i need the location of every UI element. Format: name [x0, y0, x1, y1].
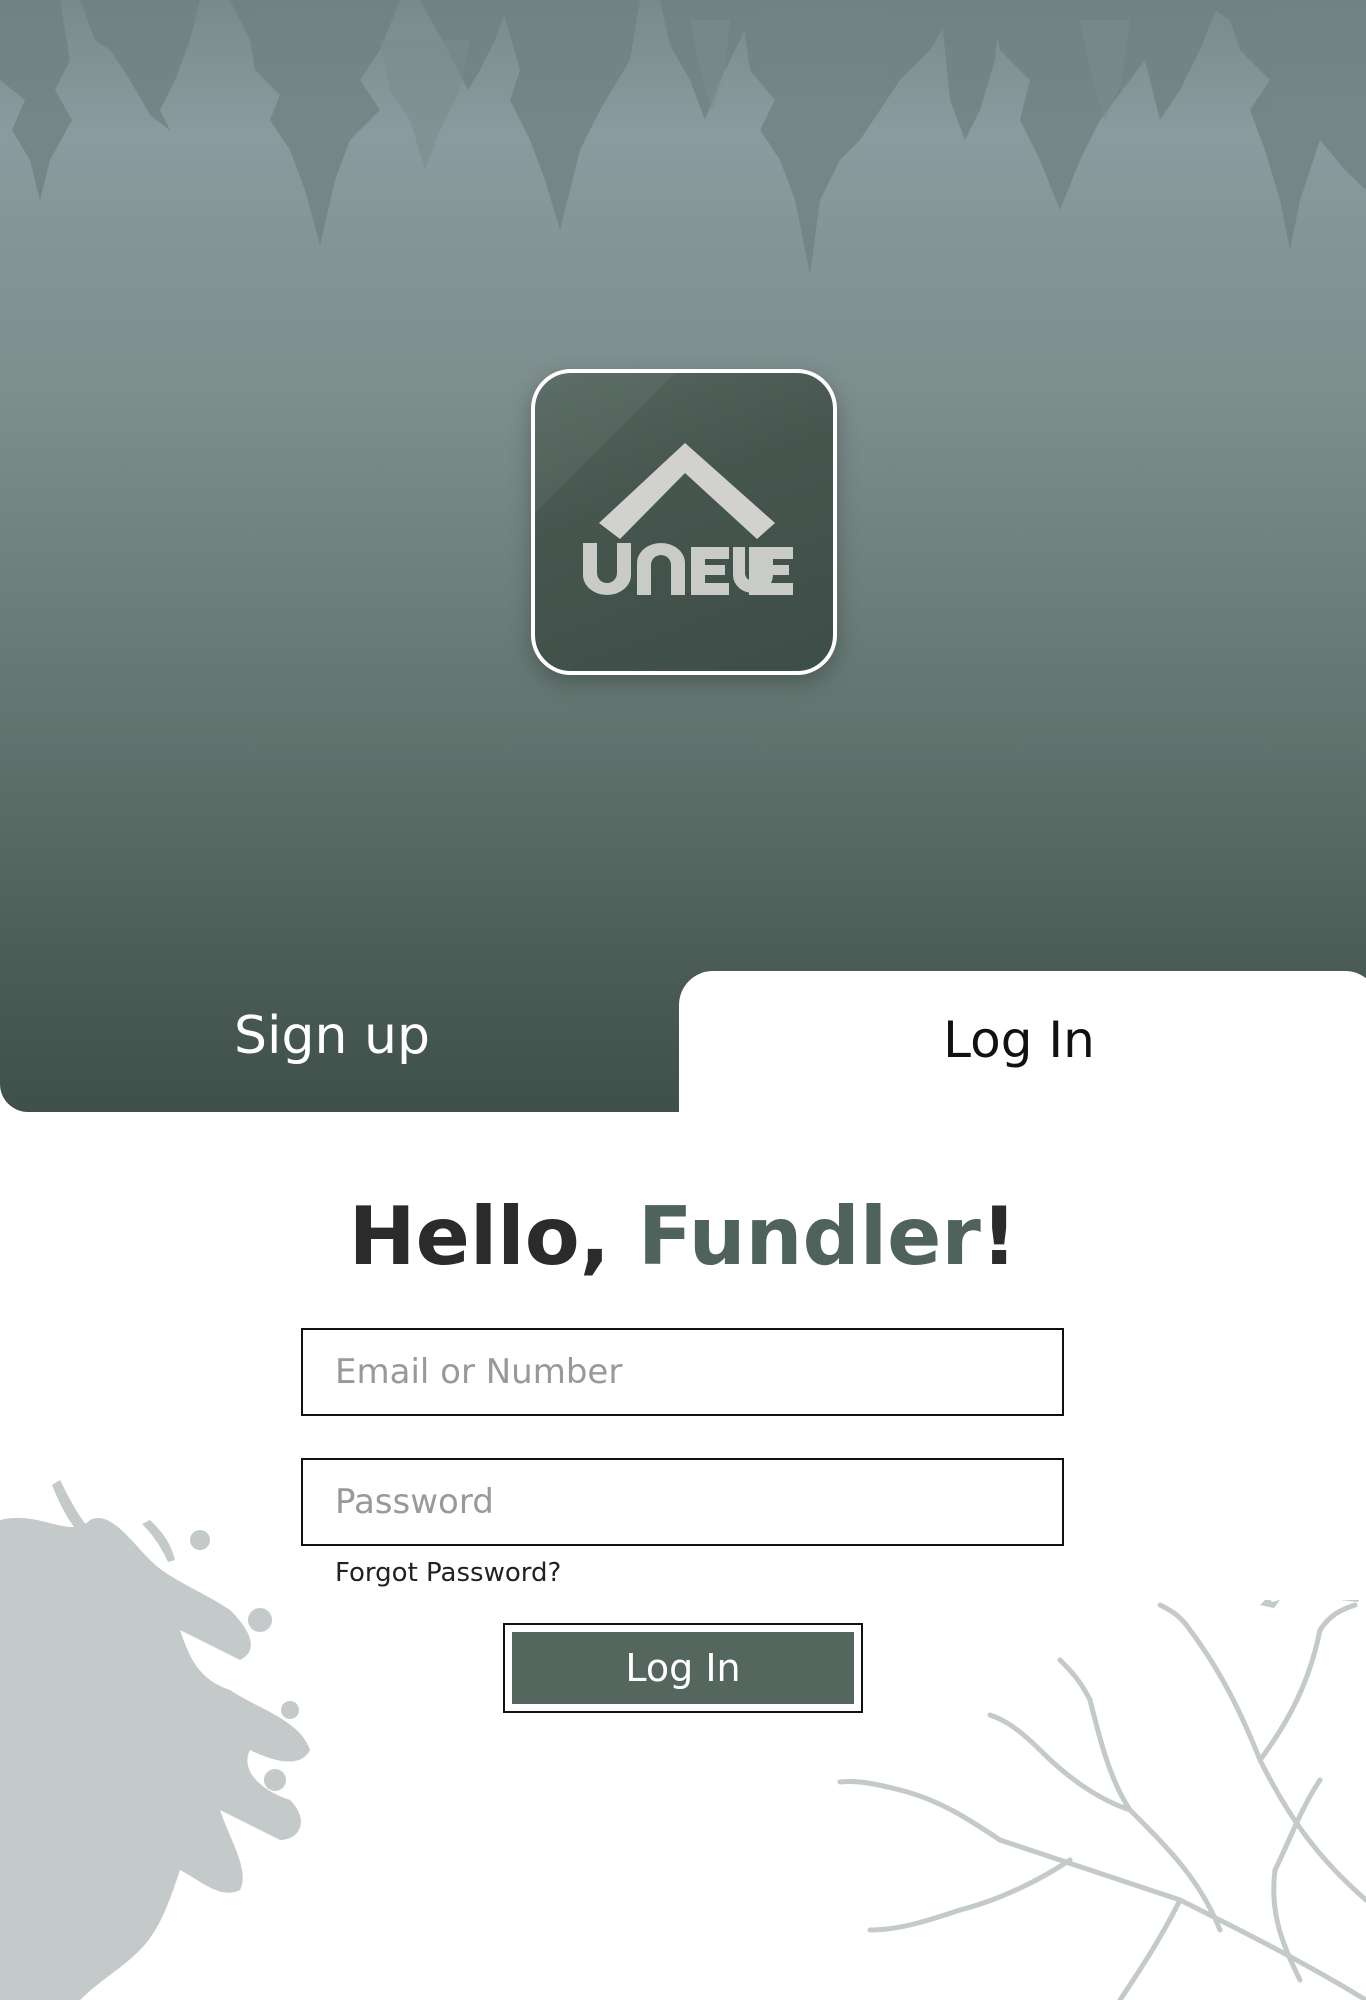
password-input[interactable] — [301, 1458, 1064, 1546]
tab-signup[interactable]: Sign up — [0, 971, 680, 1112]
tree-branches-left-icon — [0, 1480, 310, 2000]
login-button-label: Log In — [510, 1630, 856, 1706]
login-page: Sign up Log In Hello, Fundler! Email or … — [0, 0, 1366, 2000]
greeting-suffix: ! — [980, 1190, 1018, 1283]
hero-banner: Sign up — [0, 0, 1366, 1112]
forgot-password-link[interactable]: Forgot Password? — [335, 1558, 561, 1588]
greeting-prefix: Hello, — [348, 1190, 638, 1283]
tab-login-label: Log In — [943, 1011, 1095, 1069]
greeting-name: Fundler — [637, 1190, 981, 1283]
login-button[interactable]: Log In — [503, 1623, 863, 1713]
tab-login[interactable]: Log In — [679, 971, 1366, 1141]
house-roof-logo-icon — [535, 373, 793, 595]
tree-branches-right-icon — [837, 1600, 1366, 2000]
email-or-number-input[interactable] — [301, 1328, 1064, 1416]
app-logo — [531, 369, 837, 675]
tab-signup-label: Sign up — [234, 1005, 430, 1066]
forest-treeline-icon — [0, 0, 1366, 275]
greeting-heading: Hello, Fundler! — [0, 1190, 1366, 1283]
